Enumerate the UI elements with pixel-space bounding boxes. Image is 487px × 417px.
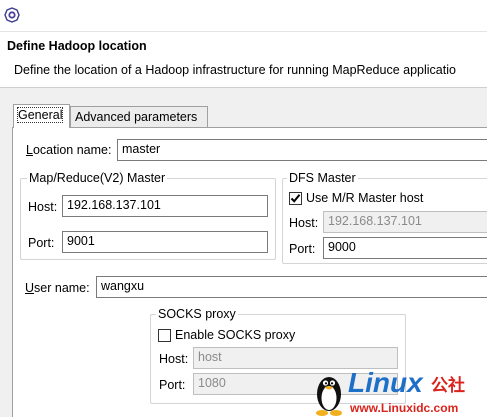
dfs-host-input[interactable]: 192.168.137.101 <box>323 211 487 233</box>
mapreduce-master-title: Map/Reduce(V2) Master <box>27 171 168 185</box>
use-mr-master-checkbox[interactable] <box>289 192 302 205</box>
watermark-brand-suffix: 公社 <box>431 376 465 396</box>
dfs-master-title: DFS Master <box>287 171 358 185</box>
tux-penguin-icon <box>316 377 342 416</box>
checkmark-icon <box>290 194 301 203</box>
enable-socks-proxy-checkbox[interactable] <box>158 329 171 342</box>
linuxidc-watermark: Linux 公社 www.Linuxidc.com <box>312 366 487 417</box>
user-name-input[interactable]: wangxu <box>96 276 487 298</box>
socks-host-label: Host: <box>159 352 189 366</box>
window-titlebar <box>0 0 487 32</box>
watermark-brand: Linux <box>348 367 423 398</box>
eclipse-app-icon <box>4 7 20 23</box>
tab-advanced-label: Advanced parameters <box>75 110 198 124</box>
mapreduce-host-label: Host: <box>28 200 58 214</box>
tab-advanced-parameters[interactable]: Advanced parameters <box>70 106 208 128</box>
dfs-port-input[interactable]: 9000 <box>323 237 487 259</box>
user-name-label: User name: <box>25 281 90 295</box>
dfs-host-label: Host: <box>289 216 319 230</box>
location-name-input[interactable]: master <box>117 139 487 161</box>
dfs-port-label: Port: <box>289 242 316 256</box>
mapreduce-host-input[interactable]: 192.168.137.101 <box>62 195 268 217</box>
tab-general[interactable]: General <box>13 104 70 128</box>
location-name-label: Location name: <box>26 143 112 157</box>
mapreduce-port-label: Port: <box>28 236 55 250</box>
tab-general-label: General <box>16 107 64 123</box>
use-mr-master-label: Use M/R Master host <box>306 191 424 205</box>
wizard-description: Define the location of a Hadoop infrastr… <box>14 63 456 77</box>
enable-socks-proxy-label: Enable SOCKS proxy <box>175 328 296 342</box>
socks-port-label: Port: <box>159 378 186 392</box>
socks-proxy-title: SOCKS proxy <box>156 307 238 321</box>
watermark-url: www.Linuxidc.com <box>350 401 459 415</box>
mapreduce-port-input[interactable]: 9001 <box>62 231 268 253</box>
wizard-title: Define Hadoop location <box>7 39 147 53</box>
